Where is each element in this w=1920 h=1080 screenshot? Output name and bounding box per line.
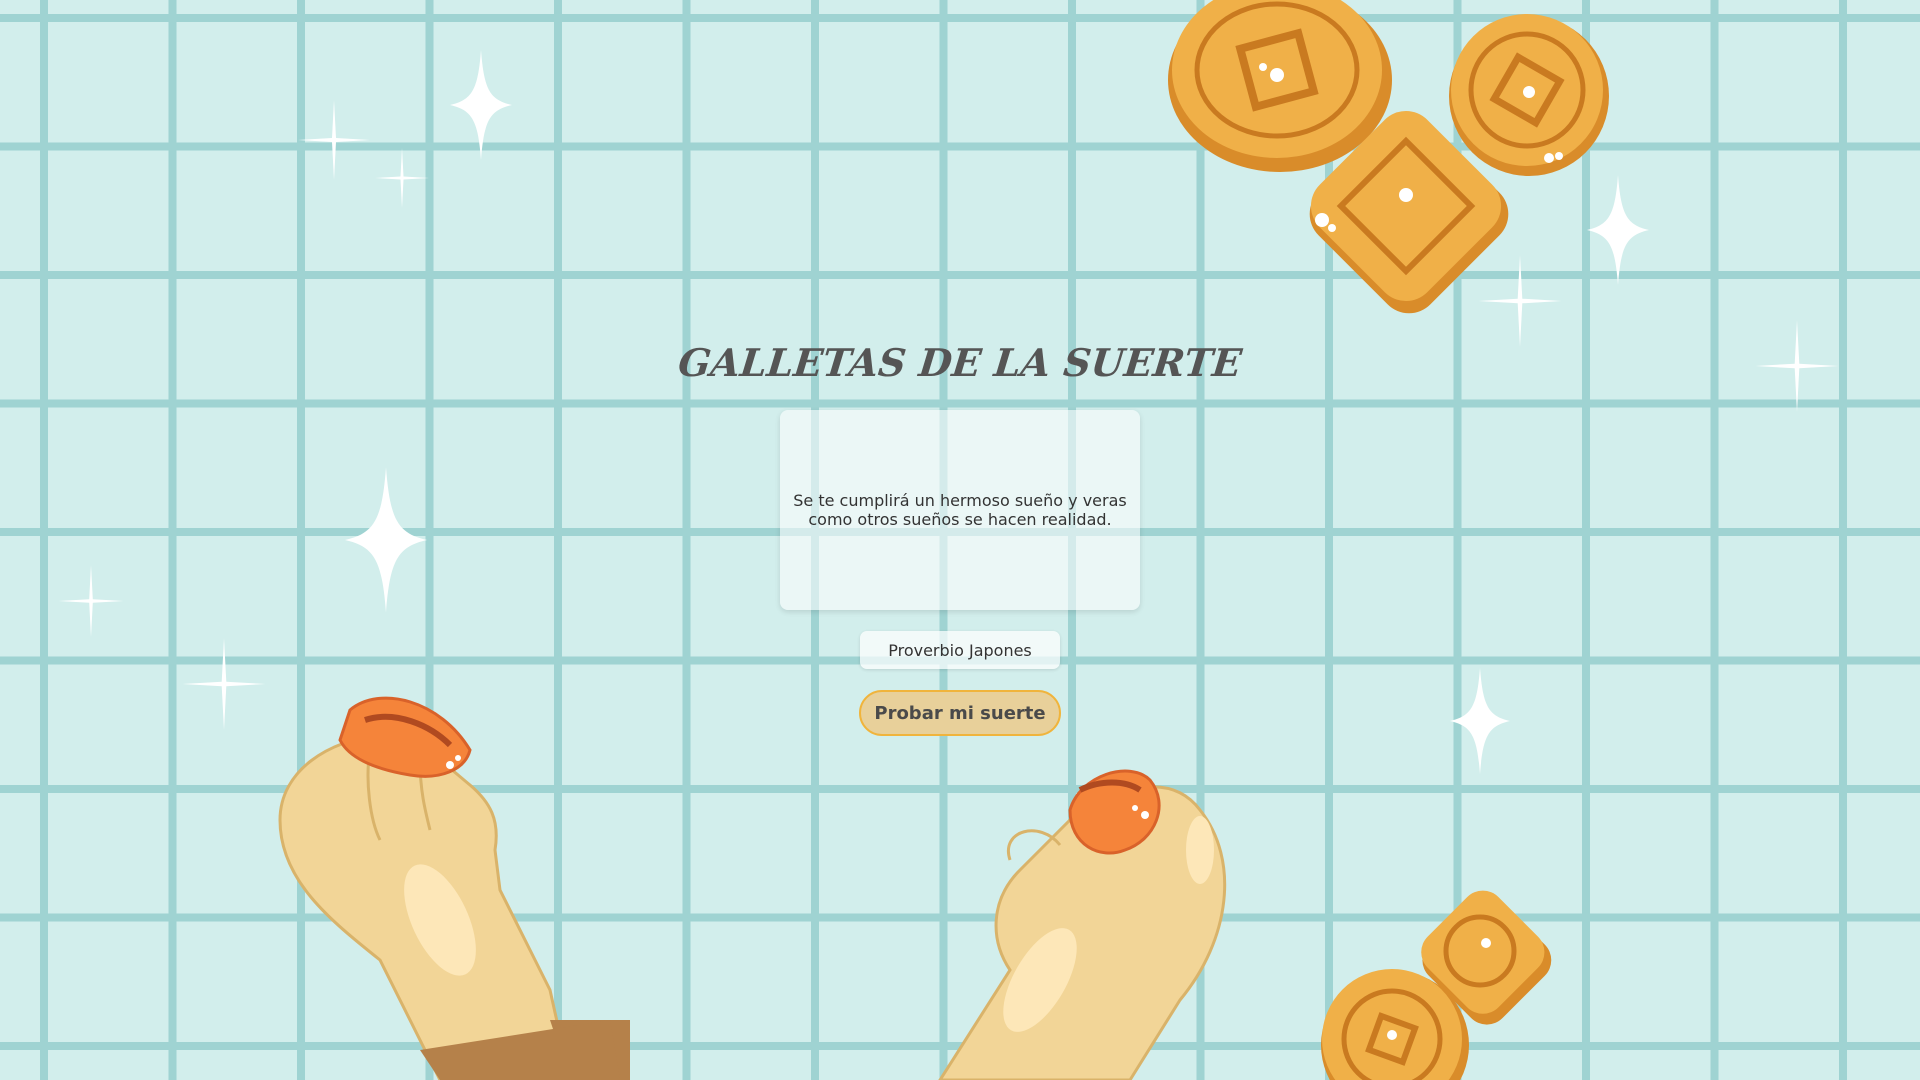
try-luck-button[interactable]: Probar mi suerte — [859, 690, 1061, 736]
fortune-author-badge: Proverbio Japones — [860, 631, 1060, 669]
sparkle-icon — [1587, 175, 1649, 285]
sparkle-icon — [298, 100, 370, 180]
sparkle-icon — [345, 467, 427, 613]
hand-holding-cookie-icon — [938, 769, 1227, 1080]
mooncake-icon — [1309, 110, 1509, 314]
page-title: GALLETAS DE LA SUERTE — [676, 340, 1244, 385]
sparkle-icon — [375, 148, 429, 208]
sparkle-icon — [58, 565, 124, 637]
hand-holding-cookie-icon — [278, 696, 630, 1080]
fortune-text: Se te cumplirá un hermoso sueño y veras … — [793, 491, 1127, 529]
mooncake-icon — [1321, 969, 1469, 1080]
sparkle-icon — [1450, 667, 1510, 775]
fortune-card: Se te cumplirá un hermoso sueño y veras … — [780, 410, 1140, 610]
sparkle-icon — [450, 50, 512, 160]
sparkle-icon — [182, 638, 266, 730]
